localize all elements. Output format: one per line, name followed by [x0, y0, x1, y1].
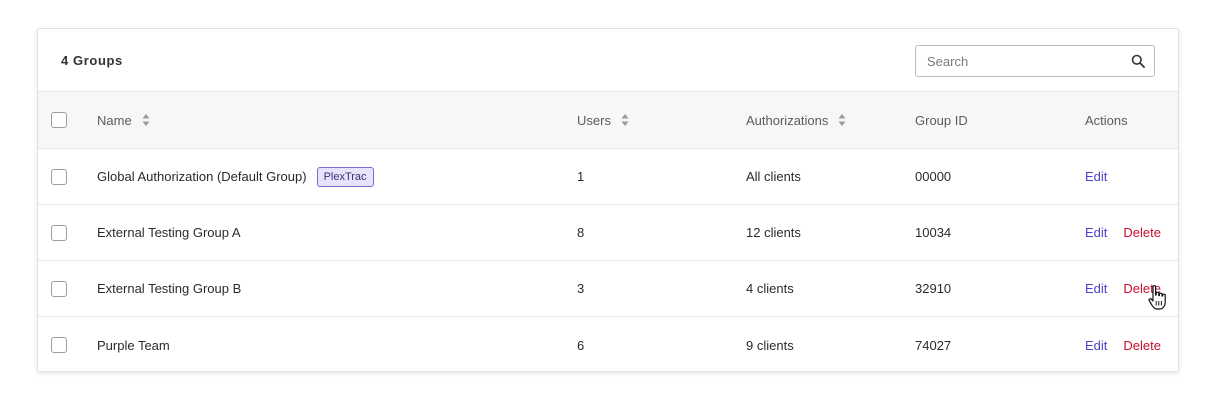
column-header-users[interactable]: Users	[577, 92, 629, 148]
edit-link[interactable]: Edit	[1085, 281, 1107, 296]
authorizations-value: 12 clients	[746, 225, 801, 240]
user-count: 8	[577, 225, 585, 240]
group-id-value: 00000	[915, 169, 952, 184]
delete-link[interactable]: Delete	[1123, 225, 1161, 240]
column-label-authorizations: Authorizations	[746, 112, 829, 128]
group-name: External Testing Group B	[97, 281, 242, 296]
group-name: Purple Team	[97, 337, 170, 353]
edit-link[interactable]: Edit	[1085, 225, 1107, 240]
table-row: External Testing Group A 8 12 clients 10…	[38, 205, 1178, 261]
search-icon[interactable]	[1131, 54, 1145, 68]
user-count: 1	[577, 169, 585, 184]
column-label-actions: Actions	[1085, 112, 1128, 128]
group-id-value: 74027	[915, 337, 952, 353]
search-input[interactable]	[916, 46, 1116, 76]
column-header-authorizations[interactable]: Authorizations	[746, 92, 846, 148]
user-count: 6	[577, 337, 585, 353]
group-name: Global Authorization (Default Group)	[97, 169, 307, 184]
card-header: 4 Groups	[38, 29, 1178, 92]
delete-link[interactable]: Delete	[1123, 281, 1161, 296]
user-count: 3	[577, 281, 585, 296]
search-box[interactable]	[915, 45, 1155, 77]
column-header-actions: Actions	[1085, 92, 1128, 148]
column-header-name[interactable]: Name	[97, 92, 150, 148]
authorizations-value: 9 clients	[746, 337, 794, 353]
sort-icon[interactable]	[142, 113, 150, 127]
column-label-users: Users	[577, 112, 611, 128]
table-row: External Testing Group B 3 4 clients 329…	[38, 261, 1178, 317]
plextrac-badge: PlexTrac	[316, 166, 374, 187]
column-label-name: Name	[97, 112, 132, 128]
group-name: External Testing Group A	[97, 225, 241, 240]
select-all-checkbox[interactable]	[51, 112, 67, 128]
row-checkbox[interactable]	[51, 280, 67, 297]
sort-icon[interactable]	[621, 113, 629, 127]
row-checkbox[interactable]	[51, 337, 67, 353]
edit-link[interactable]: Edit	[1085, 338, 1107, 353]
row-checkbox[interactable]	[51, 168, 67, 185]
column-label-group-id: Group ID	[915, 112, 968, 128]
delete-link[interactable]: Delete	[1123, 338, 1161, 353]
authorizations-value: 4 clients	[746, 281, 794, 296]
row-checkbox[interactable]	[51, 224, 67, 241]
sort-icon[interactable]	[838, 113, 846, 127]
column-header-group-id: Group ID	[915, 92, 968, 148]
table-header-row: Name Users Authorizations Group ID Actio…	[38, 92, 1178, 149]
group-id-value: 10034	[915, 225, 952, 240]
group-count: 4 Groups	[61, 53, 123, 68]
edit-link[interactable]: Edit	[1085, 169, 1107, 184]
groups-table: Name Users Authorizations Group ID Actio…	[38, 92, 1178, 371]
groups-card: 4 Groups Name Users Authorizations	[37, 28, 1179, 372]
table-row: Global Authorization (Default Group) Ple…	[38, 149, 1178, 205]
table-row: Purple Team 6 9 clients 74027 Edit Delet…	[38, 317, 1178, 371]
group-id-value: 32910	[915, 281, 952, 296]
authorizations-value: All clients	[746, 169, 801, 184]
